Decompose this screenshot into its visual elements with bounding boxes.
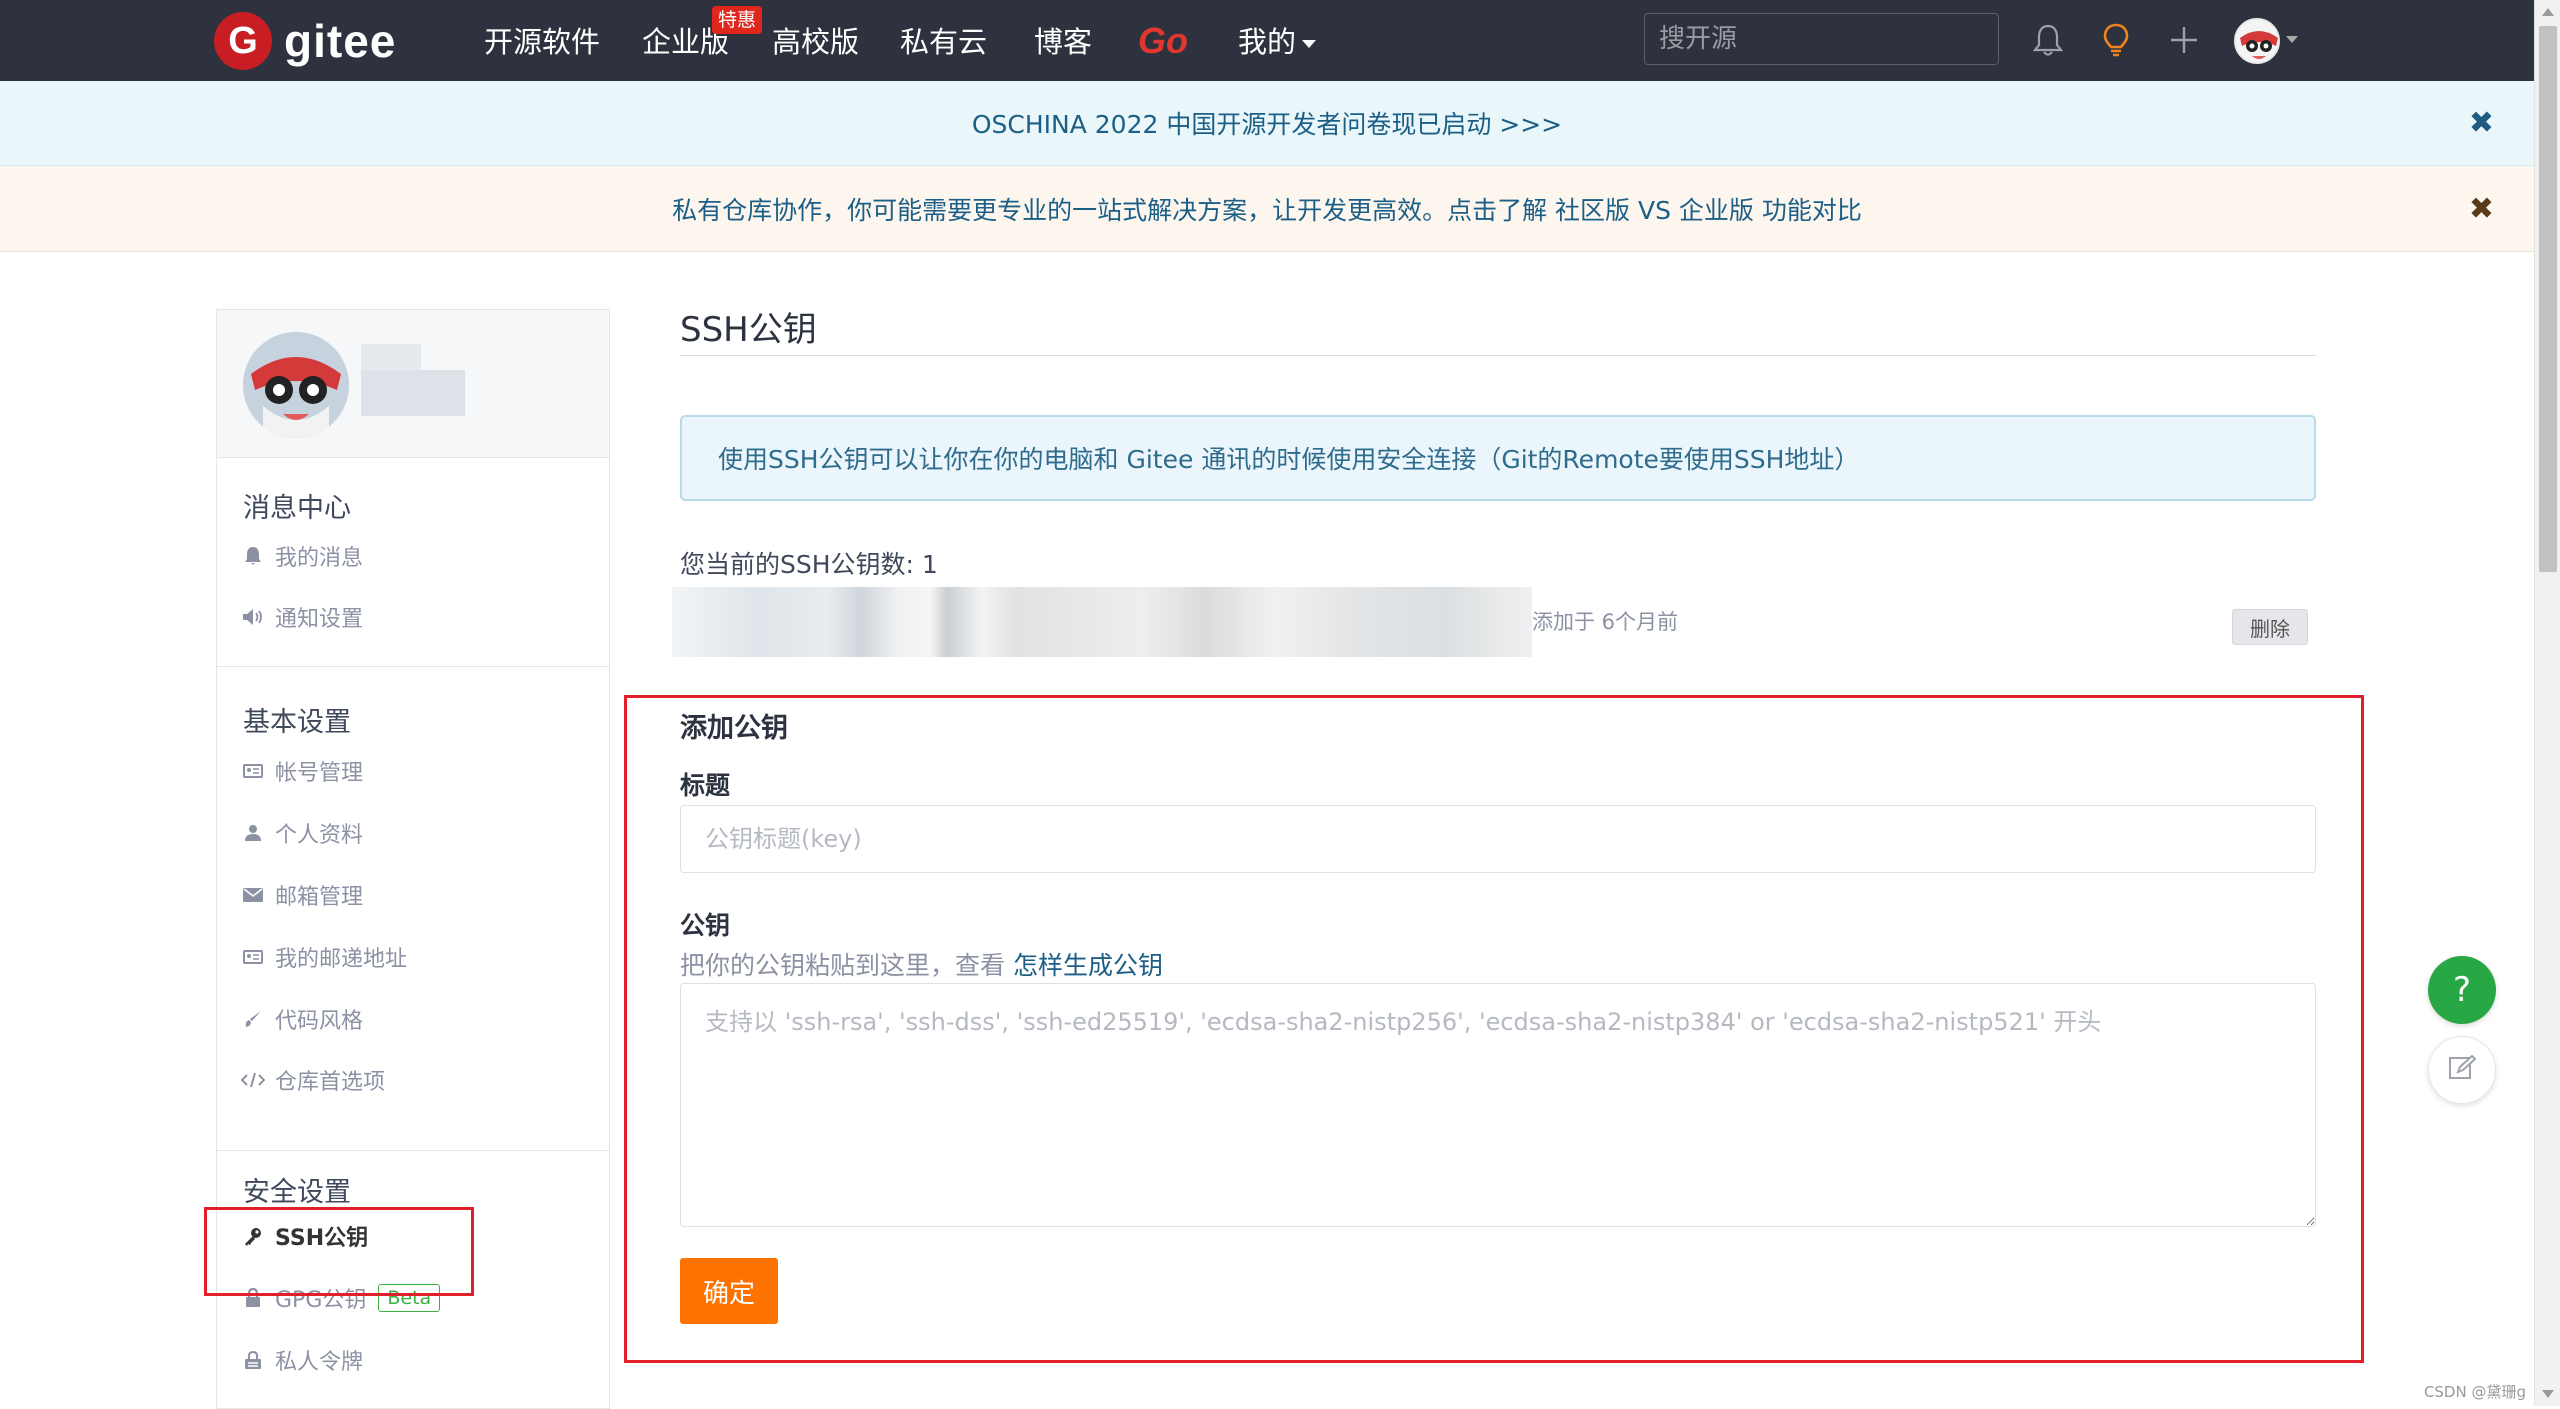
feedback-button[interactable] <box>2428 1036 2496 1104</box>
add-key-heading: 添加公钥 <box>680 706 788 745</box>
delete-key-button[interactable]: 删除 <box>2232 609 2308 645</box>
confirm-button[interactable]: 确定 <box>680 1258 778 1324</box>
ssh-keys-highlight-annotation <box>204 1207 474 1296</box>
chevron-down-icon <box>1302 40 1316 48</box>
scroll-down-arrow-icon[interactable] <box>2542 1390 2554 1398</box>
sidebar-item-email[interactable]: 邮箱管理 <box>239 877 363 913</box>
ssh-info-message: 使用SSH公钥可以让你在你的电脑和 Gitee 通讯的时候使用安全连接（Git的… <box>680 415 2316 501</box>
public-key-hint-text: 把你的公钥粘贴到这里，查看 <box>680 951 1013 980</box>
survey-banner-text[interactable]: OSCHINA 2022 中国开源开发者问卷现已启动 >>> <box>0 81 2534 165</box>
ssh-key-fingerprint-redacted <box>672 587 1532 657</box>
ssh-key-row: 添加于 6个月前 删除 <box>672 587 2312 657</box>
brush-icon <box>239 1010 267 1028</box>
how-to-generate-key-link[interactable]: 怎样生成公钥 <box>1013 951 1163 980</box>
search-input[interactable] <box>1644 13 1999 65</box>
profile-avatar[interactable] <box>243 332 349 438</box>
csdn-watermark: CSDN @黛珊g <box>2424 1381 2526 1402</box>
profile-card <box>217 310 609 458</box>
envelope-icon <box>239 888 267 902</box>
sidebar-item-label: 代码风格 <box>275 1003 363 1035</box>
page-title: SSH公钥 <box>680 302 817 351</box>
sidebar-item-private-tokens[interactable]: 私人令牌 <box>239 1342 363 1378</box>
sidebar-item-account[interactable]: 帐号管理 <box>239 753 363 789</box>
nav-private-cloud[interactable]: 私有云 <box>900 20 987 64</box>
title-divider <box>680 355 2316 356</box>
nav-mine[interactable]: 我的 <box>1238 20 1316 64</box>
close-icon[interactable]: ✖ <box>2469 106 2494 141</box>
nav-blog[interactable]: 博客 <box>1034 20 1092 64</box>
go-label: Go <box>1138 20 1188 61</box>
section-message-center: 消息中心 <box>243 486 351 525</box>
sidebar-item-label: 邮箱管理 <box>275 879 363 911</box>
address-card-icon <box>239 949 267 965</box>
bell-icon[interactable] <box>2026 18 2070 62</box>
top-navbar: G gitee 开源软件 企业版 特惠 高校版 私有云 博客 Go 我的 <box>0 0 2534 81</box>
lightbulb-icon[interactable] <box>2094 18 2138 62</box>
enterprise-banner-text[interactable]: 私有仓库协作，你可能需要更专业的一站式解决方案，让开发更高效。点击了解 社区版 … <box>0 166 2534 251</box>
sidebar-divider <box>217 666 609 667</box>
sidebar-item-label: 帐号管理 <box>275 755 363 787</box>
help-button[interactable]: ? <box>2428 956 2496 1024</box>
mine-label: 我的 <box>1238 25 1296 59</box>
sidebar-item-label: 我的邮递地址 <box>275 941 407 973</box>
plus-icon[interactable] <box>2162 18 2206 62</box>
section-security-settings: 安全设置 <box>243 1170 351 1209</box>
scrollbar-thumb[interactable] <box>2539 26 2557 572</box>
sidebar-item-my-messages[interactable]: 我的消息 <box>239 538 363 574</box>
public-key-label: 公钥 <box>680 906 730 942</box>
gitee-logo[interactable]: G gitee <box>214 12 396 70</box>
ssh-key-added-time: 添加于 6个月前 <box>1532 587 1678 657</box>
survey-banner: OSCHINA 2022 中国开源开发者问卷现已启动 >>> ✖ <box>0 81 2534 166</box>
sidebar-divider <box>217 1150 609 1151</box>
sidebar-item-repo-prefs[interactable]: 仓库首选项 <box>239 1062 385 1098</box>
close-icon[interactable]: ✖ <box>2469 191 2494 226</box>
avatar-dropdown-icon[interactable] <box>2286 36 2298 43</box>
key-title-input[interactable] <box>680 805 2316 873</box>
page-scrollbar[interactable] <box>2534 0 2560 1406</box>
token-icon <box>239 1350 267 1370</box>
sidebar-item-notify-settings[interactable]: 通知设置 <box>239 599 363 635</box>
logo-text: gitee <box>284 14 396 68</box>
sidebar-item-label: 我的消息 <box>275 540 363 572</box>
nav-open-source[interactable]: 开源软件 <box>484 20 600 64</box>
sidebar-item-profile[interactable]: 个人资料 <box>239 815 363 851</box>
nav-education[interactable]: 高校版 <box>772 20 859 64</box>
speaker-icon <box>239 608 267 626</box>
section-basic-settings: 基本设置 <box>243 700 351 739</box>
enterprise-banner: 私有仓库协作，你可能需要更专业的一站式解决方案，让开发更高效。点击了解 社区版 … <box>0 166 2534 252</box>
sidebar-item-address[interactable]: 我的邮递地址 <box>239 939 407 975</box>
sidebar-item-label: 个人资料 <box>275 817 363 849</box>
nav-go[interactable]: Go <box>1138 20 1188 64</box>
user-avatar[interactable] <box>2234 18 2280 64</box>
scroll-up-arrow-icon[interactable] <box>2542 8 2554 16</box>
gitee-logo-icon: G <box>214 12 272 70</box>
code-icon <box>239 1072 267 1088</box>
sidebar-item-label: 私人令牌 <box>275 1344 363 1376</box>
ssh-key-count: 您当前的SSH公钥数: 1 <box>680 545 938 581</box>
nav-discount-badge: 特惠 <box>712 6 762 34</box>
sidebar-item-label: 仓库首选项 <box>275 1064 385 1096</box>
public-key-hint: 把你的公钥粘贴到这里，查看 怎样生成公钥 <box>680 946 1163 982</box>
edit-icon <box>2448 1054 2476 1086</box>
public-key-textarea[interactable] <box>680 983 2316 1227</box>
sidebar-item-code-style[interactable]: 代码风格 <box>239 1001 363 1037</box>
sidebar-item-label: 通知设置 <box>275 601 363 633</box>
user-icon <box>239 824 267 842</box>
userid-redacted <box>361 370 465 416</box>
id-card-icon <box>239 763 267 779</box>
bell-icon <box>239 546 267 566</box>
key-title-label: 标题 <box>680 766 730 802</box>
